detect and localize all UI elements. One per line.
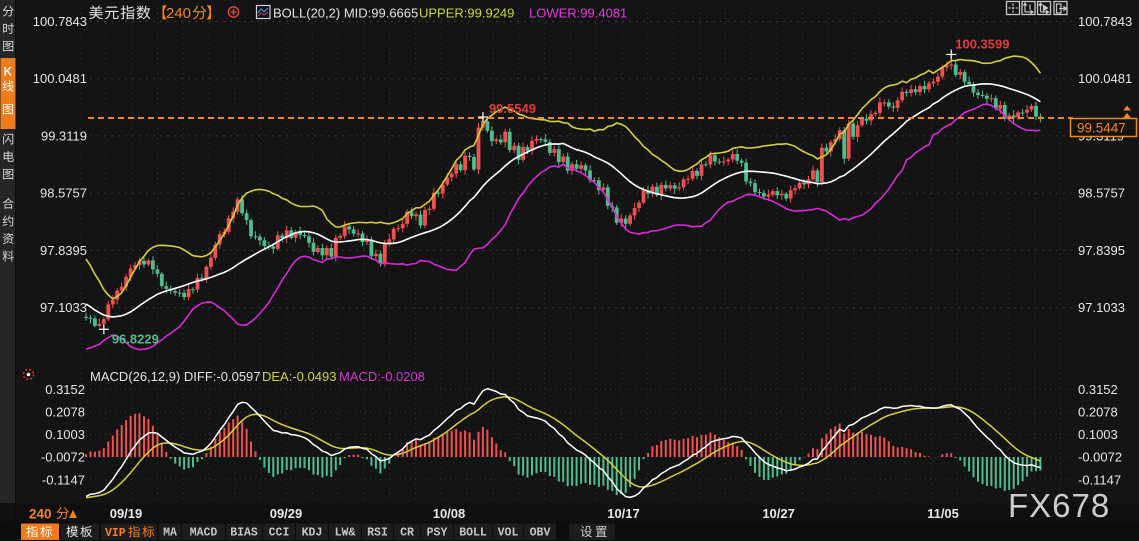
svg-text:0.1003: 0.1003 (45, 427, 85, 442)
svg-text:97.1033: 97.1033 (40, 300, 87, 315)
svg-text:FX678: FX678 (1008, 487, 1110, 524)
svg-text:09/19: 09/19 (110, 506, 143, 521)
svg-text:BOLL(20,2) MID:99.6665: BOLL(20,2) MID:99.6665 (273, 6, 418, 21)
svg-text:99.5447: 99.5447 (1077, 121, 1126, 136)
svg-text:240: 240 (29, 507, 52, 522)
svg-text:97.8395: 97.8395 (40, 243, 87, 258)
svg-text:DEA:-0.0493: DEA:-0.0493 (262, 369, 336, 384)
svg-text:KDJ: KDJ (302, 527, 323, 540)
svg-text:PSY: PSY (427, 527, 448, 540)
svg-text:0.1003: 0.1003 (1078, 427, 1118, 442)
svg-text:09/29: 09/29 (270, 506, 303, 521)
svg-text:OBV: OBV (530, 527, 551, 540)
svg-text:VIP: VIP (105, 527, 126, 540)
svg-text:LW&: LW& (335, 527, 356, 540)
svg-text:10/08: 10/08 (433, 506, 466, 521)
svg-text:240: 240 (166, 5, 191, 22)
svg-text:RSI: RSI (367, 527, 388, 540)
svg-text:0.3152: 0.3152 (1078, 382, 1118, 397)
svg-text:MACD:-0.0208: MACD:-0.0208 (339, 369, 425, 384)
svg-text:MACD: MACD (190, 527, 218, 540)
svg-text:LOWER:99.4081: LOWER:99.4081 (529, 6, 627, 21)
svg-text:10/17: 10/17 (607, 506, 640, 521)
svg-text:BIAS: BIAS (230, 527, 258, 540)
svg-text:CCI: CCI (269, 527, 290, 540)
svg-text:97.8395: 97.8395 (1078, 243, 1125, 258)
svg-text:98.5757: 98.5757 (40, 186, 87, 201)
svg-text:CR: CR (400, 527, 414, 540)
svg-text:0.2078: 0.2078 (1078, 405, 1118, 420)
svg-text:BOLL: BOLL (459, 527, 487, 540)
svg-text:100.3599: 100.3599 (955, 36, 1009, 51)
svg-text:98.5757: 98.5757 (1078, 186, 1125, 201)
svg-text:0.3152: 0.3152 (45, 382, 85, 397)
svg-text:0.2078: 0.2078 (45, 405, 85, 420)
svg-text:99.5549: 99.5549 (489, 101, 536, 116)
svg-text:K: K (4, 67, 13, 79)
svg-text:MA: MA (163, 527, 177, 540)
svg-text:-0.0072: -0.0072 (41, 450, 85, 465)
svg-text:11/05: 11/05 (927, 506, 959, 521)
svg-text:100.7843: 100.7843 (1078, 14, 1132, 29)
svg-text:MACD(26,12,9) DIFF:-0.0597: MACD(26,12,9) DIFF:-0.0597 (90, 369, 261, 384)
svg-text:100.0481: 100.0481 (1078, 71, 1132, 86)
svg-text:96.8229: 96.8229 (112, 331, 159, 346)
svg-text:100.7843: 100.7843 (33, 14, 87, 29)
svg-text:-0.0072: -0.0072 (1078, 450, 1122, 465)
svg-text:97.1033: 97.1033 (1078, 300, 1125, 315)
svg-text:-0.1147: -0.1147 (1078, 472, 1121, 487)
svg-text:10/27: 10/27 (762, 506, 795, 521)
svg-text:VOL: VOL (498, 527, 519, 540)
svg-text:99.3119: 99.3119 (41, 128, 87, 143)
svg-text:100.0481: 100.0481 (33, 71, 87, 86)
svg-text:UPPER:99.9249: UPPER:99.9249 (419, 6, 514, 21)
svg-text:-0.1147: -0.1147 (42, 472, 85, 487)
